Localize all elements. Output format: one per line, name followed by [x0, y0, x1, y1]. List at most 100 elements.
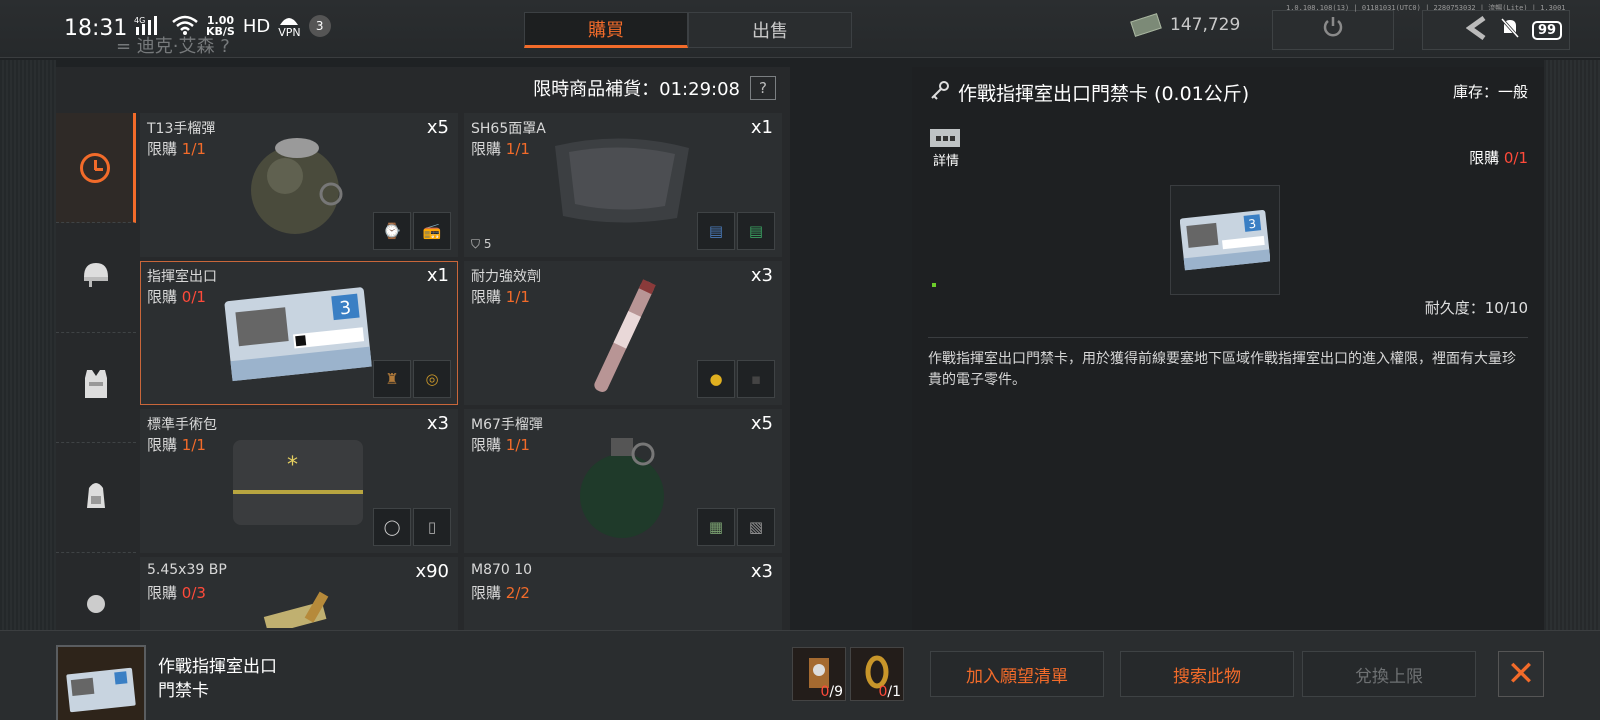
item-card-m870[interactable]: M870 10 限購 2/2 x3: [464, 557, 782, 630]
selected-item-name: 作戰指揮室出口門禁卡: [158, 657, 277, 701]
item-quantity: x90: [415, 561, 449, 582]
material-need: /1: [887, 684, 901, 700]
svg-text:*: *: [287, 453, 298, 478]
bottom-action-bar: 作戰指揮室出口門禁卡 0/9 0/1 加入願望清單 搜索此物 兌換上限 ✕: [0, 630, 1600, 720]
keycard-image: 3: [223, 284, 373, 388]
currency-display: 147,729: [1130, 13, 1241, 37]
required-material-ring[interactable]: 0/1: [850, 647, 904, 701]
detail-item-image: 3: [1170, 185, 1280, 295]
category-backpack[interactable]: [56, 443, 136, 553]
required-material-clock[interactable]: 0/9: [792, 647, 846, 701]
item-name: M870 10: [471, 562, 533, 578]
limit-value: 1/1: [505, 436, 530, 454]
help-button[interactable]: ?: [750, 76, 776, 100]
system-icons: 99: [1465, 15, 1563, 45]
material-slots: ▤ ▤: [697, 212, 775, 250]
item-card-stamina-booster[interactable]: 耐力強效劑 限購 1/1 x3 ● ▪: [464, 261, 782, 405]
category-armor[interactable]: [56, 333, 136, 443]
shop-panel: 限時商品補貨：01:29:08 ? T13手榴彈 限購 1/1 x5 ⌚ 📻 S…: [56, 67, 790, 663]
status-dot: [932, 283, 936, 287]
ammo-image: [261, 588, 351, 630]
limit-value: 1/1: [505, 140, 530, 158]
hd-label: HD: [242, 15, 271, 37]
item-limit: 限購 1/1: [471, 434, 530, 455]
item-card-surgical-kit[interactable]: * 標準手術包 限購 1/1 x3 ◯ ▯: [140, 409, 458, 553]
armor-value: 5: [483, 237, 492, 251]
category-limited[interactable]: [56, 113, 136, 223]
battery-indicator: 99: [1532, 21, 1563, 40]
limit-label: 限購: [471, 436, 502, 454]
antique-clock-icon: ♜: [373, 360, 411, 398]
item-limit: 限購 1/1: [471, 138, 530, 159]
gold-coin-icon: ●: [697, 360, 735, 398]
selected-item-thumbnail: [56, 645, 146, 720]
close-button[interactable]: ✕: [1498, 651, 1544, 697]
gold-ring-icon: ◎: [413, 360, 451, 398]
limit-label: 限購: [147, 436, 178, 454]
notification-count-badge: 3: [308, 15, 331, 37]
item-quantity: x1: [426, 265, 449, 286]
item-grid: T13手榴彈 限購 1/1 x5 ⌚ 📻 SH65面罩A 限購 1/1 x1 ⛉…: [140, 113, 790, 630]
mute-bell-icon: [1500, 17, 1520, 44]
category-helmet[interactable]: [56, 223, 136, 333]
status-icons: 4G 1.00 KB/S HD VPN 3: [134, 14, 331, 38]
back-arrow-icon[interactable]: [1465, 15, 1488, 45]
circuit-board-green-icon: ▤: [737, 212, 775, 250]
item-limit: 限購 0/3: [147, 582, 206, 603]
speed-unit: KB/S: [206, 25, 235, 38]
restock-timer: 限時商品補貨：01:29:08 ?: [533, 75, 776, 101]
top-bar: = 迪克·艾森 ? 18:31 4G 1.00 KB/S HD VPN 3 購買…: [0, 0, 1600, 58]
item-quantity: x5: [750, 413, 773, 434]
currency-amount: 147,729: [1170, 15, 1241, 35]
disc-icon: ◯: [373, 508, 411, 546]
svg-text:3: 3: [339, 297, 353, 319]
key-icon: [930, 80, 950, 105]
details-button[interactable]: 詳情: [930, 129, 962, 169]
item-limit: 限購 2/2: [471, 582, 530, 603]
item-name: 指揮室出口: [147, 269, 217, 285]
limit-value: 0/1: [181, 288, 206, 306]
circuit-board-icon: ▤: [697, 212, 735, 250]
item-card-t13-grenade[interactable]: T13手榴彈 限購 1/1 x5 ⌚ 📻: [140, 113, 458, 257]
item-card-545-ammo[interactable]: 5.45x39 BP 限購 0/3 x90: [140, 557, 458, 630]
metal-scrap-icon: ▧: [737, 508, 775, 546]
visor-image: [547, 136, 697, 230]
material-slots: ⌚ 📻: [373, 212, 451, 250]
close-icon: ✕: [1506, 654, 1536, 694]
pocket-watch-icon: ⌚: [373, 212, 411, 250]
limit-value: 1/1: [505, 288, 530, 306]
tab-buy[interactable]: 購買: [524, 12, 688, 48]
search-item-button[interactable]: 搜索此物: [1120, 651, 1294, 697]
detail-purchase-limit: 限購 0/1: [1469, 147, 1528, 168]
power-button[interactable]: [1272, 10, 1394, 50]
material-slots: ● ▪: [697, 360, 775, 398]
material-need: /9: [829, 684, 843, 700]
surgical-kit-image: *: [229, 430, 369, 534]
material-slots: ▦ ▧: [697, 508, 775, 546]
item-quantity: x5: [426, 117, 449, 138]
radio-icon: 📻: [413, 212, 451, 250]
trade-tabs: 購買 出售: [524, 12, 852, 48]
item-description: 作戰指揮室出口門禁卡，用於獲得前線要塞地下區域作戰指揮室出口的進入權限，裡面有大…: [928, 351, 1516, 388]
stock-status: 庫存：一般: [1452, 83, 1528, 101]
vpn-label: VPN: [278, 26, 301, 39]
item-card-sh65-visor[interactable]: SH65面罩A 限購 1/1 x1 ⛉ 5 ▤ ▤: [464, 113, 782, 257]
tab-sell[interactable]: 出售: [688, 12, 852, 48]
wifi-icon: [172, 15, 198, 38]
item-name: 標準手術包: [147, 417, 217, 433]
material-slots: ♜ ◎: [373, 360, 451, 398]
vest-icon: [81, 368, 111, 408]
add-to-wishlist-button[interactable]: 加入願望清單: [930, 651, 1104, 697]
item-detail-panel: 作戰指揮室出口門禁卡 (0.01公斤) 庫存：一般 詳情 限購 0/1 3 耐久…: [912, 67, 1544, 630]
item-card-m67-grenade[interactable]: M67手榴彈 限購 1/1 x5 ▦ ▧: [464, 409, 782, 553]
item-card-command-room-exit[interactable]: 3 指揮室出口 限購 0/1 x1 ♜ ◎: [140, 261, 458, 405]
exchange-limit-button[interactable]: 兌換上限: [1302, 651, 1476, 697]
durability: 耐久度：10/10: [1424, 299, 1528, 317]
limit-label: 限購: [147, 584, 178, 602]
limit-label: 限購: [471, 140, 502, 158]
limit-label: 限購: [471, 288, 502, 306]
material-count: 0/1: [878, 684, 901, 700]
status-time: 18:31: [64, 16, 128, 41]
item-name: SH65面罩A: [471, 121, 546, 137]
money-icon: [1130, 13, 1162, 37]
